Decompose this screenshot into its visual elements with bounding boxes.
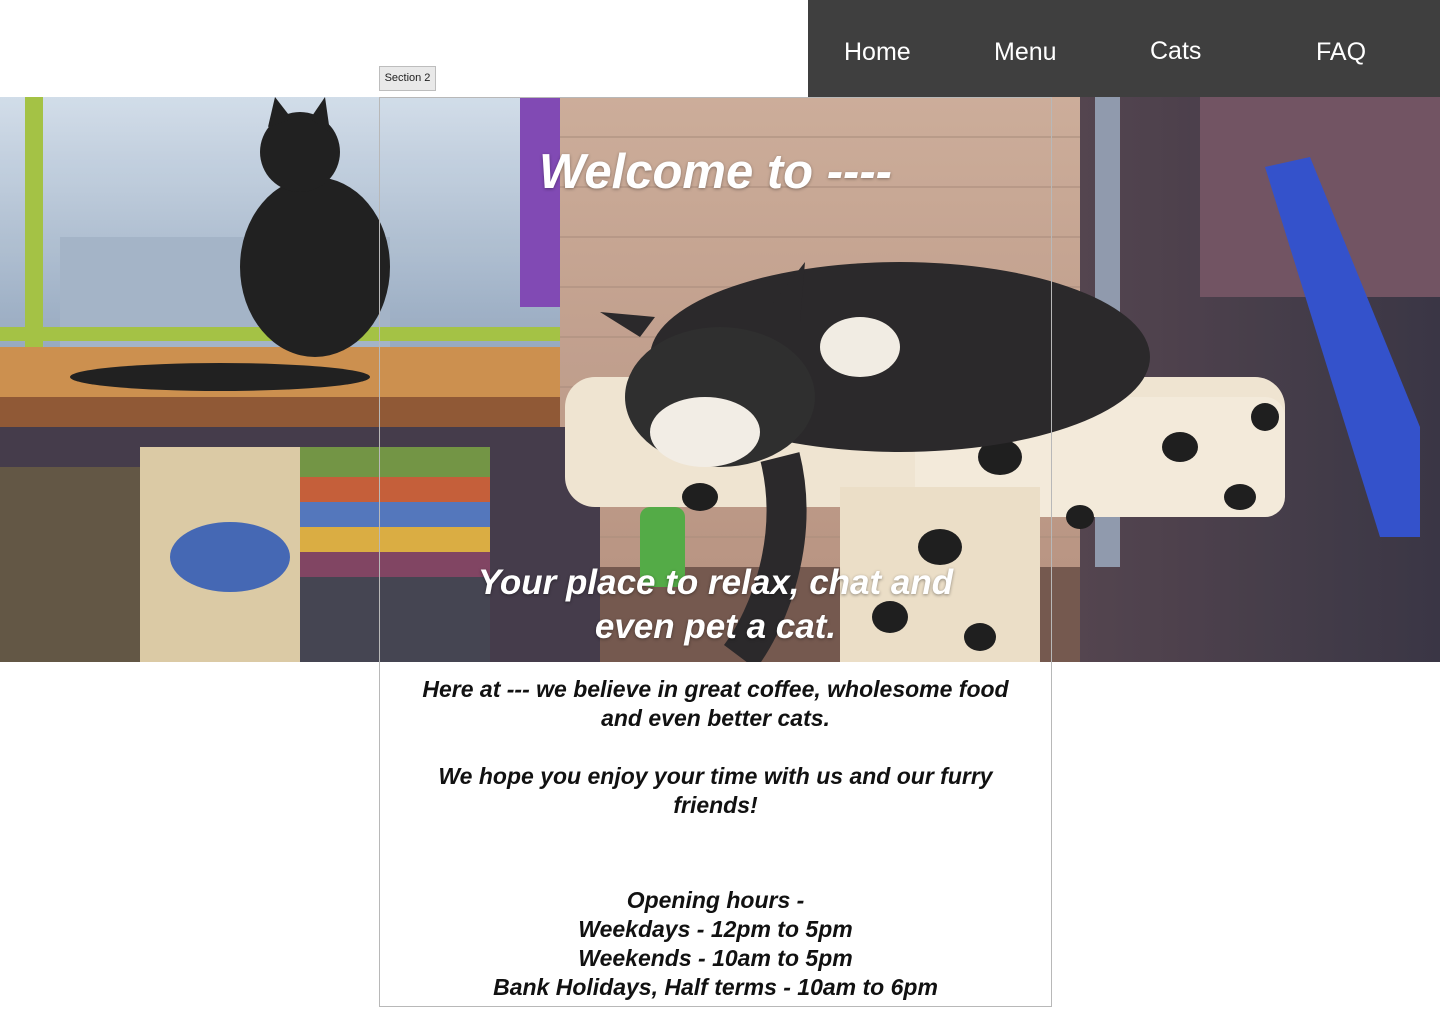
section-label[interactable]: Section 2 — [379, 66, 436, 91]
hero-subtitle-line-1: Your place to relax, chat and — [477, 563, 954, 602]
nav-faq-link[interactable]: FAQ — [1316, 36, 1366, 68]
opening-hours-weekends: Weekends - 10am to 5pm — [578, 945, 853, 971]
opening-hours-holidays: Bank Holidays, Half terms - 10am to 6pm — [493, 974, 938, 1000]
intro-line-1: Here at --- we believe in great coffee, … — [422, 676, 1009, 702]
page: Home Menu Cats FAQ Section 2 Welcome to … — [0, 0, 1440, 1024]
intro-line-4: friends! — [673, 792, 758, 818]
hero-subtitle-line-2: even pet a cat. — [594, 607, 837, 646]
intro-line-3: We hope you enjoy your time with us and … — [438, 763, 993, 789]
opening-hours: Opening hours - Weekdays - 12pm to 5pm W… — [379, 886, 1052, 1002]
intro-text: Here at --- we believe in great coffee, … — [379, 675, 1052, 820]
opening-hours-weekdays: Weekdays - 12pm to 5pm — [578, 916, 853, 942]
top-navigation: Home Menu Cats FAQ — [808, 0, 1440, 97]
nav-menu-link[interactable]: Menu — [994, 36, 1057, 68]
nav-cats-link[interactable]: Cats — [1150, 35, 1201, 67]
opening-hours-heading: Opening hours - — [626, 887, 805, 913]
intro-line-2: and even better cats. — [601, 705, 830, 731]
hero-title: Welcome to ---- — [539, 145, 892, 199]
hero-subtitle: Your place to relax, chat and even pet a… — [379, 561, 1052, 649]
nav-home-link[interactable]: Home — [844, 36, 911, 68]
